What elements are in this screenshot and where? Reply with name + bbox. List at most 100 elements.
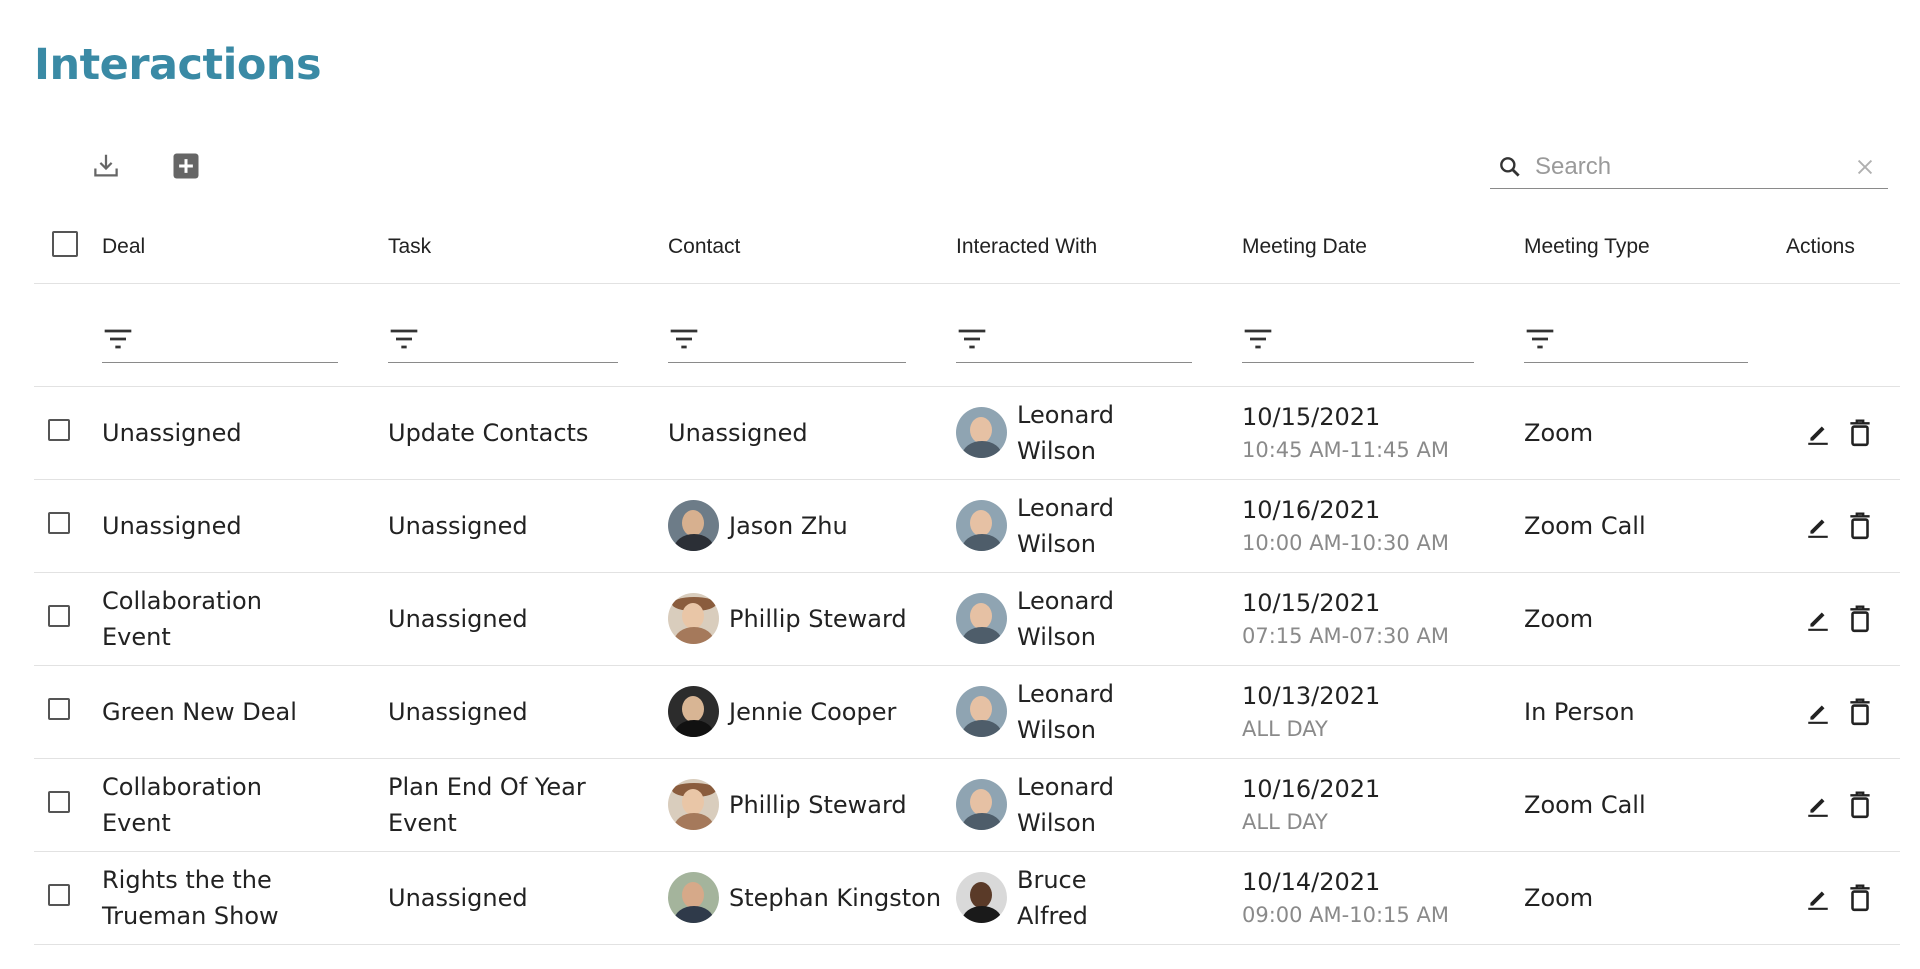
actions-cell — [1786, 665, 1900, 758]
meeting-type-cell: Zoom — [1524, 572, 1786, 665]
interacted-with-name: Bruce Alfred — [1017, 865, 1088, 930]
filter-icon — [670, 329, 698, 349]
interacted-with-cell: Leonard Wilson — [956, 386, 1242, 479]
task-name: Unassigned — [388, 511, 528, 540]
interactions-table: Deal Task Contact Interacted With Meetin… — [34, 212, 1900, 945]
column-header-task[interactable]: Task — [388, 212, 668, 283]
meeting-time: ALL DAY — [1242, 716, 1328, 741]
task-cell: Unassigned — [388, 851, 668, 944]
column-header-contact[interactable]: Contact — [668, 212, 956, 283]
add-button[interactable] — [168, 148, 204, 184]
table-row[interactable]: Collaboration Event Unassigned Phillip Ste… — [34, 572, 1900, 665]
delete-button[interactable] — [1846, 417, 1874, 449]
task-name: Plan End Of Year Event — [388, 772, 586, 837]
interacted-with-cell: Leonard Wilson — [956, 572, 1242, 665]
row-checkbox[interactable] — [48, 697, 70, 720]
filter-contact[interactable] — [668, 317, 906, 363]
row-checkbox[interactable] — [48, 790, 70, 813]
row-checkbox[interactable] — [48, 883, 70, 906]
select-all-checkbox[interactable] — [52, 231, 78, 258]
table-row[interactable]: Collaboration Event Plan End Of Year Even… — [34, 758, 1900, 851]
table-row[interactable]: Unassigned Update Contacts Unassigned Leona… — [34, 386, 1900, 479]
meeting-type-cell: Zoom Call — [1524, 758, 1786, 851]
table-row[interactable]: Unassigned Unassigned Jason Zhu Leonard Wil… — [34, 479, 1900, 572]
trash-icon — [1850, 512, 1870, 539]
filter-meeting-date[interactable] — [1242, 317, 1474, 363]
column-header-meeting-type[interactable]: Meeting Type — [1524, 212, 1786, 283]
row-checkbox[interactable] — [48, 511, 70, 534]
deal-cell: Collaboration Event — [102, 572, 388, 665]
meeting-type: Zoom Call — [1524, 511, 1646, 540]
download-button[interactable] — [88, 148, 124, 184]
interacted-with-cell: Leonard Wilson — [956, 665, 1242, 758]
edit-button[interactable] — [1804, 417, 1832, 449]
interacted-with-name: Leonard Wilson — [1017, 586, 1114, 651]
contact-cell: Phillip Steward — [668, 758, 956, 851]
delete-button[interactable] — [1846, 882, 1874, 914]
contact-name: Unassigned — [668, 418, 808, 447]
download-icon — [94, 154, 118, 177]
meeting-type-cell: Zoom Call — [1524, 479, 1786, 572]
delete-button[interactable] — [1846, 789, 1874, 821]
interacted-with-name: Leonard Wilson — [1017, 400, 1114, 465]
actions-cell — [1786, 479, 1900, 572]
avatar — [668, 593, 719, 644]
delete-button[interactable] — [1846, 603, 1874, 635]
edit-icon — [1808, 612, 1828, 631]
table-row[interactable]: Rights the the Trueman Show Unassigned Ste… — [34, 851, 1900, 944]
delete-button[interactable] — [1846, 696, 1874, 728]
row-checkbox[interactable] — [48, 604, 70, 627]
deal-cell: Unassigned — [102, 386, 388, 479]
deal-name: Green New Deal — [102, 697, 297, 726]
meeting-time: 07:15 AM-07:30 AM — [1242, 623, 1449, 648]
deal-name: Collaboration Event — [102, 772, 262, 837]
column-header-deal[interactable]: Deal — [102, 212, 388, 283]
filter-deal[interactable] — [102, 317, 338, 363]
filter-icon — [390, 329, 418, 349]
meeting-date-cell: 10/16/2021 ALL DAY — [1242, 758, 1524, 851]
meeting-time: ALL DAY — [1242, 809, 1328, 834]
edit-icon — [1808, 705, 1828, 724]
deal-cell: Rights the the Trueman Show — [102, 851, 388, 944]
column-header-meeting-date[interactable]: Meeting Date — [1242, 212, 1524, 283]
actions-cell — [1786, 572, 1900, 665]
interacted-with-name: Leonard Wilson — [1017, 493, 1114, 558]
filter-interacted-with[interactable] — [956, 317, 1192, 363]
avatar — [956, 593, 1007, 644]
contact-name: Phillip Steward — [729, 604, 907, 633]
clear-search-button[interactable] — [1847, 149, 1882, 185]
search-input[interactable] — [1527, 151, 1847, 182]
edit-button[interactable] — [1804, 882, 1832, 914]
edit-button[interactable] — [1804, 510, 1832, 542]
header-row: Deal Task Contact Interacted With Meetin… — [34, 212, 1900, 283]
task-cell: Unassigned — [388, 665, 668, 758]
table-row[interactable]: Green New Deal Unassigned Jennie Cooper Leo… — [34, 665, 1900, 758]
edit-button[interactable] — [1804, 789, 1832, 821]
select-all-cell — [34, 212, 102, 283]
column-header-interacted-with[interactable]: Interacted With — [956, 212, 1242, 283]
row-checkbox[interactable] — [48, 418, 70, 441]
meeting-date-cell: 10/14/2021 09:00 AM-10:15 AM — [1242, 851, 1524, 944]
meeting-date: 10/15/2021 — [1242, 402, 1381, 431]
filter-meeting-type[interactable] — [1524, 317, 1748, 363]
filter-task[interactable] — [388, 317, 618, 363]
meeting-date: 10/14/2021 — [1242, 867, 1381, 896]
meeting-date-cell: 10/13/2021 ALL DAY — [1242, 665, 1524, 758]
meeting-type: Zoom — [1524, 418, 1594, 447]
deal-cell: Green New Deal — [102, 665, 388, 758]
task-name: Unassigned — [388, 883, 528, 912]
add-box-icon — [173, 153, 199, 179]
edit-button[interactable] — [1804, 603, 1832, 635]
task-cell: Plan End Of Year Event — [388, 758, 668, 851]
meeting-date: 10/13/2021 — [1242, 681, 1381, 710]
edit-button[interactable] — [1804, 696, 1832, 728]
contact-name: Phillip Steward — [729, 790, 907, 819]
filter-row — [34, 283, 1900, 386]
meeting-type: Zoom — [1524, 883, 1594, 912]
trash-icon — [1850, 884, 1870, 911]
toolbar — [88, 146, 204, 186]
delete-button[interactable] — [1846, 510, 1874, 542]
avatar — [668, 872, 719, 923]
interacted-with-cell: Leonard Wilson — [956, 479, 1242, 572]
task-name: Unassigned — [388, 604, 528, 633]
